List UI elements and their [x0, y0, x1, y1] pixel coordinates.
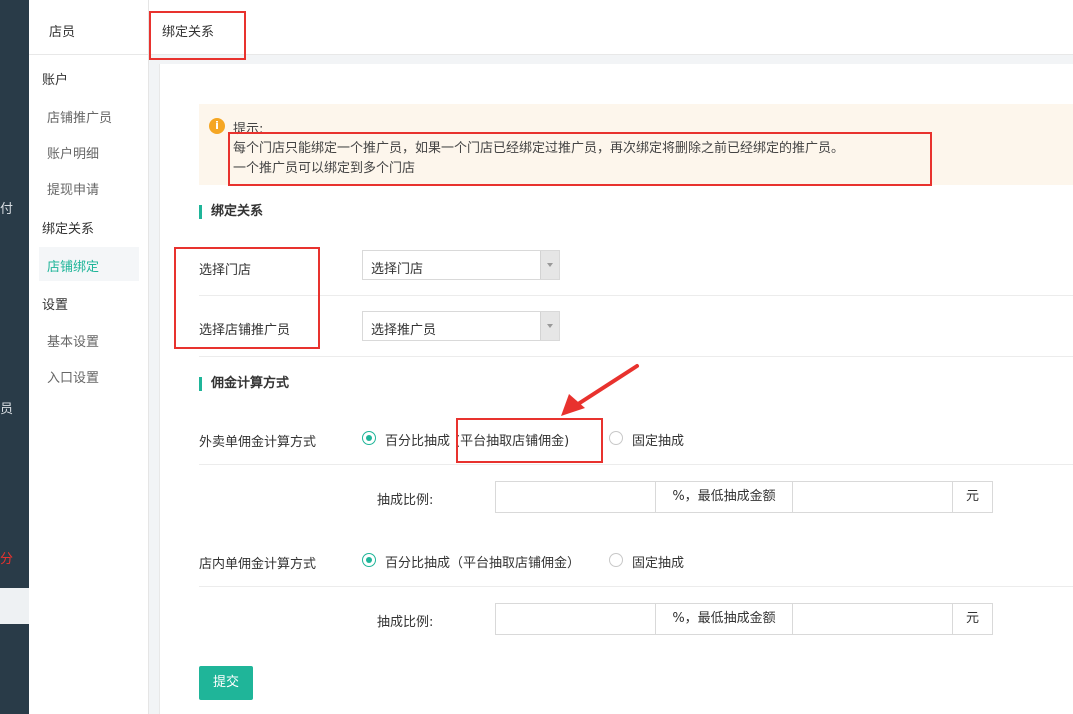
- submit-button[interactable]: 提交: [199, 666, 253, 700]
- app-rail: 付 员 分: [0, 0, 29, 714]
- sidebar-group-account: 账户: [42, 73, 69, 88]
- takeout-percent-radio[interactable]: [362, 431, 376, 445]
- sidebar-item-label: 店铺绑定: [47, 260, 100, 275]
- chevron-down-icon: [540, 251, 559, 279]
- divider: [199, 356, 1073, 357]
- annotation-box-percent-note: [456, 418, 603, 463]
- instore-min-amount-addon: %，最低抽成金额: [655, 603, 793, 635]
- instore-min-amount-input[interactable]: [792, 603, 953, 635]
- section-title-commission: 佣金计算方式: [199, 377, 289, 391]
- takeout-unit-addon: 元: [952, 481, 993, 513]
- annotation-arrow-icon: [561, 364, 639, 416]
- rail-fragment[interactable]: 付: [0, 198, 13, 217]
- sidebar-item-promoters[interactable]: 店铺推广员: [47, 107, 112, 126]
- sidebar-item-withdraw[interactable]: 提现申请: [47, 179, 99, 198]
- sidebar-item-basic-settings[interactable]: 基本设置: [47, 331, 99, 350]
- rail-fragment-active[interactable]: 分: [0, 548, 13, 567]
- takeout-min-amount-addon: %，最低抽成金额: [655, 481, 793, 513]
- sidebar-title: 店员: [49, 25, 76, 40]
- annotation-box-tab: [149, 11, 246, 60]
- instore-percent-label[interactable]: 百分比抽成（平台抽取店铺佣金）: [385, 552, 580, 571]
- divider: [199, 295, 1073, 296]
- takeout-fixed-label[interactable]: 固定抽成: [632, 430, 684, 449]
- instore-fixed-label[interactable]: 固定抽成: [632, 552, 684, 571]
- takeout-fixed-radio[interactable]: [609, 431, 623, 445]
- instore-ratio-label: 抽成比例:: [377, 615, 434, 630]
- divider: [199, 586, 1073, 587]
- instore-ratio-input[interactable]: [495, 603, 656, 635]
- rail-fragment[interactable]: 员: [0, 398, 13, 417]
- sidebar-group-settings: 设置: [42, 298, 69, 313]
- info-icon: i: [209, 118, 225, 134]
- top-tab-bar: 绑定关系: [149, 0, 1073, 55]
- takeout-percent-label[interactable]: 百分比抽成: [385, 430, 450, 449]
- divider: [199, 464, 1073, 465]
- sidebar-group-binding: 绑定关系: [42, 222, 95, 237]
- sidebar: 店员 账户 店铺推广员 账户明细 提现申请 绑定关系 店铺绑定 设置 基本设置 …: [29, 0, 149, 714]
- annotation-box-notice: [228, 132, 932, 186]
- sidebar-item-account-detail[interactable]: 账户明细: [47, 143, 99, 162]
- store-select-value: 选择门店: [371, 262, 424, 277]
- instore-commission-label: 店内单佣金计算方式: [199, 557, 317, 572]
- sidebar-item-store-binding[interactable]: 店铺绑定: [39, 247, 139, 281]
- rail-selected-block: [0, 588, 29, 624]
- takeout-commission-label: 外卖单佣金计算方式: [199, 435, 317, 450]
- sidebar-header: 店员: [29, 0, 148, 55]
- takeout-ratio-label: 抽成比例:: [377, 493, 434, 508]
- promoter-select-value: 选择推广员: [371, 323, 437, 338]
- annotation-box-labels: [174, 247, 320, 349]
- takeout-min-amount-input[interactable]: [792, 481, 953, 513]
- section-title-binding: 绑定关系: [199, 205, 263, 219]
- promoter-select[interactable]: 选择推广员: [362, 311, 560, 341]
- sidebar-item-entry-settings[interactable]: 入口设置: [47, 367, 99, 386]
- takeout-ratio-input[interactable]: [495, 481, 656, 513]
- store-select[interactable]: 选择门店: [362, 250, 560, 280]
- instore-unit-addon: 元: [952, 603, 993, 635]
- instore-percent-radio[interactable]: [362, 553, 376, 567]
- chevron-down-icon: [540, 312, 559, 340]
- instore-fixed-radio[interactable]: [609, 553, 623, 567]
